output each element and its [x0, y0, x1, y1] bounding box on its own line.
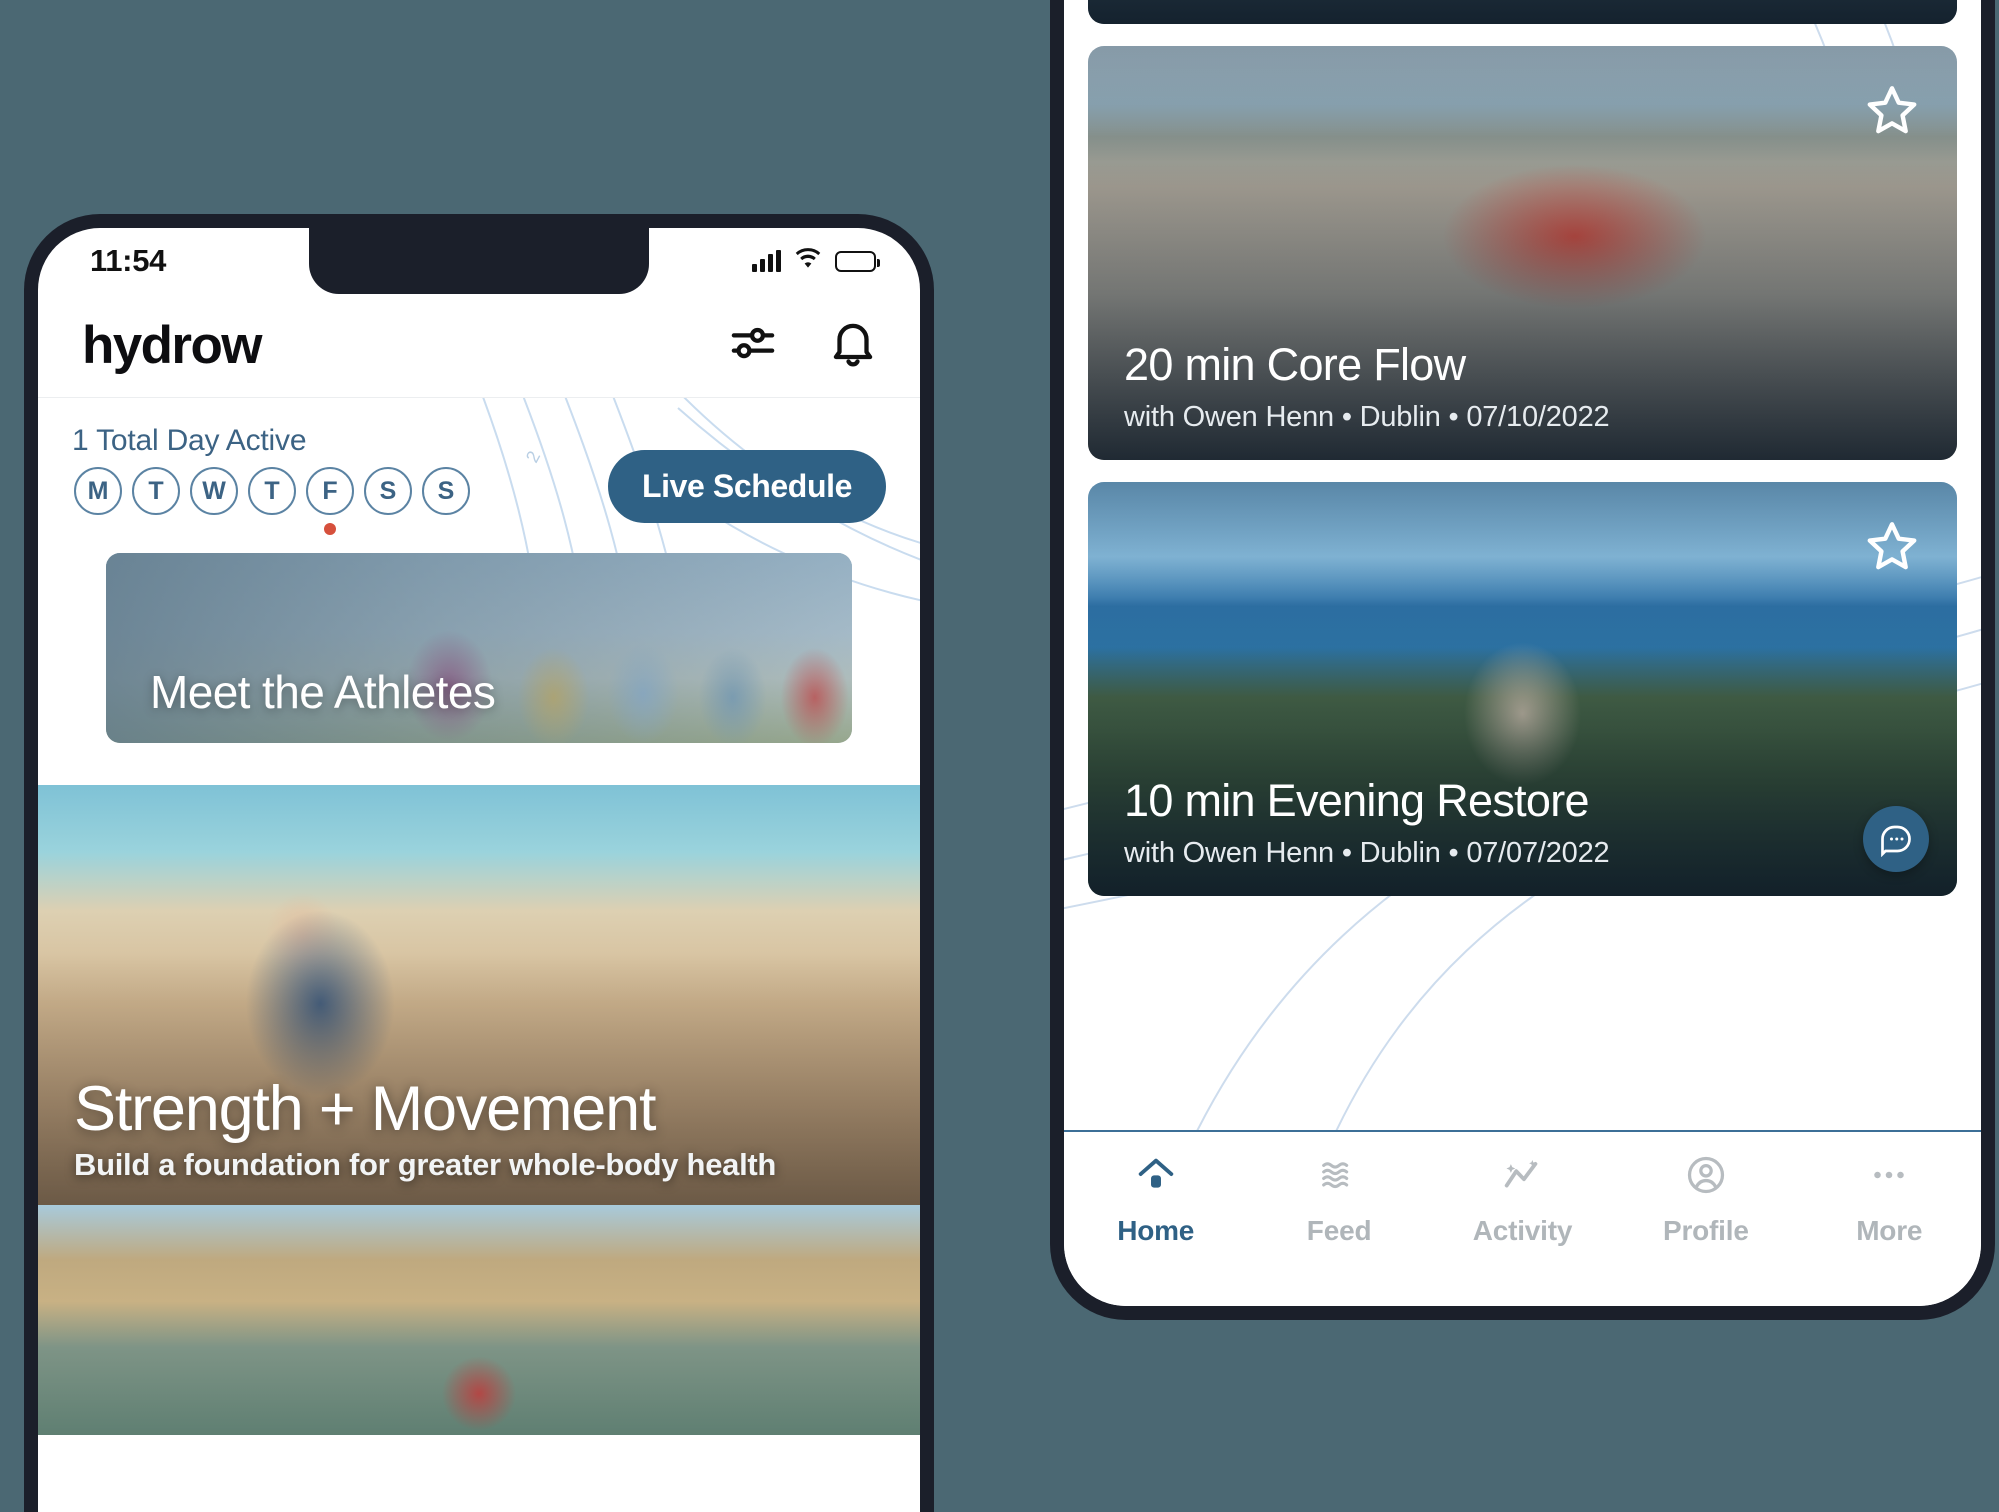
tab-label: Activity: [1472, 1215, 1573, 1246]
user-circle-icon: [1683, 1152, 1729, 1203]
right-phone-device: 10 min Sun Salutation Fundamentals with …: [1050, 0, 1995, 1320]
waves-icon: [1316, 1152, 1362, 1203]
workout-card[interactable]: 20 min Core Flow with Owen Henn • Dublin…: [1088, 46, 1957, 460]
athletes-card-title: Meet the Athletes: [150, 666, 496, 718]
battery-icon: [835, 250, 880, 272]
weekday-item[interactable]: S: [362, 467, 414, 535]
activity-summary-strip: 2 4 6 1 Total Day Active M: [38, 398, 920, 765]
tab-label: Profile: [1662, 1215, 1749, 1246]
tab-more[interactable]: More: [1809, 1152, 1969, 1247]
hero-subtitle: Build a foundation for greater whole-bod…: [74, 1147, 777, 1182]
tab-label: Home: [1117, 1215, 1195, 1246]
bell-icon[interactable]: [826, 316, 880, 375]
tab-label: Feed: [1306, 1215, 1372, 1246]
next-workout-card-preview[interactable]: [38, 1205, 920, 1435]
activity-chart-icon: [1499, 1152, 1545, 1203]
sliders-filter-icon[interactable]: [726, 316, 780, 375]
tab-profile[interactable]: Profile: [1626, 1152, 1786, 1247]
meet-the-athletes-card[interactable]: Meet the Athletes: [106, 553, 852, 743]
favorite-star-icon[interactable]: [1861, 516, 1923, 583]
weekday-item[interactable]: S: [420, 467, 472, 535]
weekday-circle: T: [132, 467, 180, 515]
weekday-circle: T: [248, 467, 296, 515]
hero-title: Strength + Movement: [74, 1073, 656, 1144]
screenshot-stage: 10 min Sun Salutation Fundamentals with …: [0, 0, 1999, 1512]
left-phone-screen: 11:54 hydrow 2 1 Total Day Active M T W …: [38, 228, 920, 1512]
weekday-item[interactable]: T: [130, 467, 182, 535]
tab-feed[interactable]: Feed: [1259, 1152, 1419, 1247]
home-icon: [1133, 1152, 1179, 1203]
workout-card[interactable]: 10 min Sun Salutation Fundamentals with …: [1088, 0, 1957, 24]
favorite-star-icon[interactable]: [1861, 80, 1923, 147]
wifi-icon: [794, 247, 822, 275]
weekday-active-dot: [324, 523, 336, 535]
chat-bubble-icon[interactable]: [1863, 806, 1929, 872]
workout-card[interactable]: 10 min Evening Restore with Owen Henn • …: [1088, 482, 1957, 896]
status-indicators: [752, 247, 880, 275]
workout-list-scroll[interactable]: 10 min Sun Salutation Fundamentals with …: [1064, 0, 1981, 1130]
left-phone-device: 11:54 hydrow 2 1 Total Day Active M T W …: [24, 214, 934, 1512]
activity-days-group: 1 Total Day Active M T W T F S S: [72, 424, 472, 535]
status-time: 11:54: [90, 243, 167, 278]
workout-title: 20 min Core Flow: [1124, 339, 1466, 390]
weekday-circle: M: [74, 467, 122, 515]
workout-meta: 10 min Evening Restore with Owen Henn • …: [1124, 775, 1610, 870]
weekday-circle: W: [190, 467, 238, 515]
hero-text-group: Strength + Movement Build a foundation f…: [74, 1073, 777, 1183]
header-actions: [726, 316, 880, 375]
weekday-tracker: M T W T F S S: [72, 467, 472, 535]
workout-subtitle: with Owen Henn • Dublin • 07/07/2022: [1124, 837, 1610, 869]
weekday-circle: S: [422, 467, 470, 515]
total-days-active-label: 1 Total Day Active: [72, 424, 307, 457]
image-scrim: [1088, 0, 1957, 24]
app-header: hydrow: [38, 294, 920, 398]
workout-title: 10 min Evening Restore: [1124, 775, 1590, 826]
cellular-signal-icon: [752, 250, 781, 272]
strength-movement-hero-card[interactable]: Strength + Movement Build a foundation f…: [38, 785, 920, 1205]
hydrow-logo: hydrow: [82, 316, 262, 375]
tab-activity[interactable]: Activity: [1442, 1152, 1602, 1247]
tab-home[interactable]: Home: [1076, 1152, 1236, 1247]
weekday-item[interactable]: M: [72, 467, 124, 535]
bottom-tab-bar: Home Feed Activity Profile More: [1064, 1130, 1981, 1306]
weekday-circle: F: [306, 467, 354, 515]
ellipsis-icon: [1866, 1152, 1912, 1203]
workout-subtitle: with Owen Henn • Dublin • 07/10/2022: [1124, 401, 1610, 433]
weekday-item[interactable]: T: [246, 467, 298, 535]
status-bar: 11:54: [38, 228, 920, 294]
workout-meta: 20 min Core Flow with Owen Henn • Dublin…: [1124, 339, 1610, 434]
right-phone-screen: 10 min Sun Salutation Fundamentals with …: [1064, 0, 1981, 1306]
weekday-item[interactable]: F: [304, 467, 356, 535]
tab-label: More: [1856, 1215, 1923, 1246]
weekday-circle: S: [364, 467, 412, 515]
weekday-item[interactable]: W: [188, 467, 240, 535]
live-schedule-button[interactable]: Live Schedule: [608, 450, 886, 523]
activity-row: 1 Total Day Active M T W T F S S Live Sc…: [72, 424, 886, 535]
